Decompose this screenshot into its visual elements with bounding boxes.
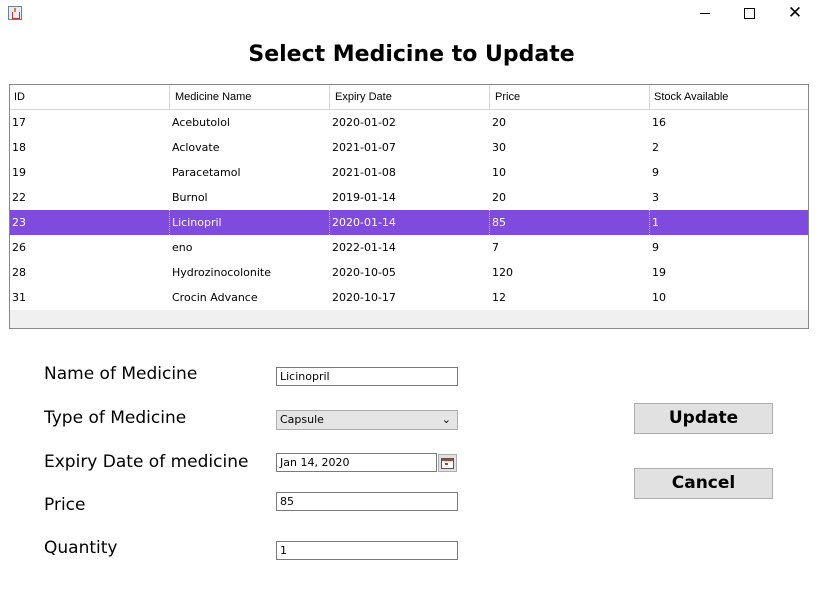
cell-expiry-date: 2021-01-08 [332,166,396,179]
column-header-id[interactable]: ID [10,85,170,109]
cell-id: 22 [12,191,26,204]
cell-price: 10 [492,166,506,179]
cell-medicine-name: Burnol [172,191,208,204]
java-app-icon [8,6,22,20]
update-button[interactable]: Update [634,403,773,434]
quantity-field[interactable]: 1 [276,541,458,560]
cell-id: 28 [12,266,26,279]
table-row[interactable]: 17 Acebutolol 2020-01-02 20 16 [10,110,808,135]
cell-stock: 10 [652,291,666,304]
cell-stock: 16 [652,116,666,129]
column-header-medicine-name[interactable]: Medicine Name [170,85,330,109]
expiry-label: Expiry Date of medicine [44,452,249,472]
cell-expiry-date: 2020-01-02 [332,116,396,129]
cell-medicine-name: Licinopril [170,210,330,235]
cell-stock: 9 [652,241,659,254]
cell-expiry-date: 2020-01-14 [330,210,490,235]
cell-id: 18 [12,141,26,154]
cell-price: 120 [492,266,513,279]
cell-medicine-name: Paracetamol [172,166,241,179]
cell-stock: 9 [652,166,659,179]
cell-stock: 19 [652,266,666,279]
cell-id: 17 [12,116,26,129]
calendar-icon [441,457,454,469]
cell-price: 12 [492,291,506,304]
cell-price: 20 [492,191,506,204]
type-select[interactable]: Capsule ⌄ [276,410,458,430]
type-select-value: Capsule [280,413,324,426]
column-header-expiry-date[interactable]: Expiry Date [330,85,490,109]
cell-price: 20 [492,116,506,129]
table-row[interactable]: 22 Burnol 2019-01-14 20 3 [10,185,808,210]
table-header: ID Medicine Name Expiry Date Price Stock… [10,85,808,110]
cell-expiry-date: 2019-01-14 [332,191,396,204]
cell-id: 26 [12,241,26,254]
cell-price: 7 [492,241,499,254]
cell-stock: 1 [652,216,659,229]
calendar-button[interactable] [438,454,457,472]
name-field[interactable]: Licinopril [276,367,458,386]
cell-medicine-name: Crocin Advance [172,291,258,304]
price-field[interactable]: 85 [276,492,458,511]
cell-price: 85 [490,210,650,235]
cell-expiry-date: 2020-10-17 [332,291,396,304]
minimize-icon[interactable] [694,4,716,22]
cell-price: 30 [492,141,506,154]
cell-expiry-date: 2022-01-14 [332,241,396,254]
type-label: Type of Medicine [44,408,187,428]
expiry-date-field[interactable]: Jan 14, 2020 [276,453,437,472]
medicine-table[interactable]: ID Medicine Name Expiry Date Price Stock… [9,84,809,329]
table-row[interactable]: 31 Crocin Advance 2020-10-17 12 10 [10,285,808,310]
cell-medicine-name: Aclovate [172,141,220,154]
table-row[interactable]: 26 eno 2022-01-14 7 9 [10,235,808,260]
maximize-icon[interactable] [738,4,760,22]
cell-medicine-name: Acebutolol [172,116,230,129]
cell-expiry-date: 2020-10-05 [332,266,396,279]
cell-medicine-name: eno [172,241,193,254]
page-title: Select Medicine to Update [248,42,575,67]
table-row-selected[interactable]: 23 Licinopril 2020-01-14 85 1 [10,210,808,235]
cell-id: 19 [12,166,26,179]
cell-stock: 2 [652,141,659,154]
cell-medicine-name: Hydrozinocolonite [172,266,271,279]
cancel-button[interactable]: Cancel [634,468,773,499]
chevron-down-icon: ⌄ [441,413,451,426]
table-row[interactable]: 18 Aclovate 2021-01-07 30 2 [10,135,808,160]
close-icon[interactable]: ✕ [784,4,806,22]
column-header-price[interactable]: Price [490,85,650,109]
table-body: 17 Acebutolol 2020-01-02 20 16 18 Aclova… [10,110,808,310]
table-row[interactable]: 28 Hydrozinocolonite 2020-10-05 120 19 [10,260,808,285]
table-row[interactable]: 19 Paracetamol 2021-01-08 10 9 [10,160,808,185]
cell-id: 23 [10,210,170,235]
cell-expiry-date: 2021-01-07 [332,141,396,154]
price-label: Price [44,495,86,515]
cell-stock: 3 [652,191,659,204]
column-header-stock-available[interactable]: Stock Available [650,85,808,109]
name-label: Name of Medicine [44,364,198,384]
cell-id: 31 [12,291,26,304]
quantity-label: Quantity [44,538,118,558]
